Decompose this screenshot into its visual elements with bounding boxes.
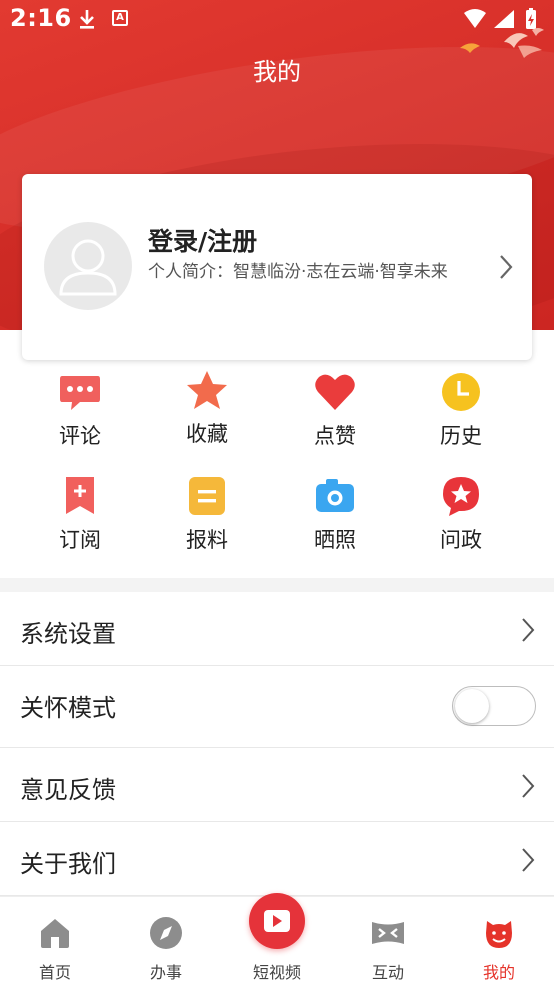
play-icon [264,910,290,932]
settings-row-system[interactable]: 系统设置 [0,592,554,666]
grid-label: 报料 [186,528,228,552]
profile-bio: 个人简介：智慧临汾·志在云端·智享未来 [148,262,448,282]
tab-label: 办事 [149,963,182,982]
toggle-knob [455,689,489,723]
grid-item-inquiry[interactable]: 问政 [411,474,511,554]
download-icon [80,10,94,29]
interact-icon [372,922,404,944]
profile-face-icon [486,921,512,948]
grid-label: 问政 [440,528,482,552]
grid-label: 晒照 [314,528,356,552]
star-icon [187,371,227,409]
grid-item-photo[interactable]: 晒照 [285,474,385,554]
grid-label: 历史 [440,424,482,448]
login-register-link[interactable]: 登录/注册 [148,222,257,258]
grid-item-like[interactable]: 点赞 [285,370,385,450]
section-divider [0,578,554,592]
chevron-right-icon[interactable] [498,254,514,280]
chevron-right-icon [522,774,535,798]
tab-home[interactable]: 首页 [0,897,110,984]
report-icon [189,477,225,515]
tab-mine[interactable]: 我的 [444,897,554,984]
tab-short-video[interactable]: 短视频 [222,893,332,984]
home-icon [41,919,69,948]
grid-label: 点赞 [314,424,356,448]
settings-row-label: 意见反馈 [20,776,116,804]
bird-decoration-icon [460,28,544,58]
grid-item-subscribe[interactable]: 订阅 [30,474,130,554]
heart-icon [315,374,355,410]
chevron-right-icon [522,618,535,642]
question-star-icon [443,477,479,516]
feature-grid-row: 订阅 报料 晒照 问政 [0,468,554,574]
compass-icon [150,917,182,949]
care-mode-toggle[interactable] [452,686,536,726]
tab-interact[interactable]: 互动 [333,897,443,984]
grid-item-comment[interactable]: 评论 [30,370,130,450]
bottom-tab-bar: 首页 办事 短视频 互动 我的 [0,893,554,984]
bookmark-icon [66,477,94,514]
settings-row-feedback[interactable]: 意见反馈 [0,748,554,822]
video-bubble [249,893,305,949]
chevron-right-icon [522,848,535,872]
grid-item-history[interactable]: 历史 [411,370,511,450]
settings-row-label: 关怀模式 [20,694,116,722]
default-avatar-icon [59,239,117,296]
tab-services[interactable]: 办事 [111,897,221,984]
app-notification-icon: A [112,10,128,26]
clock-icon [442,373,480,411]
settings-list: 系统设置 关怀模式 意见反馈 关于我们 [0,592,554,896]
grid-item-report[interactable]: 报料 [157,474,257,554]
settings-row-label: 关于我们 [20,850,116,878]
feature-grid-row: 评论 收藏 点赞 历史 [0,362,554,468]
tab-label: 短视频 [252,963,301,982]
comment-icon [60,376,100,410]
grid-label: 订阅 [59,528,101,552]
grid-label: 收藏 [186,422,228,446]
tab-label: 互动 [371,963,404,982]
settings-row-label: 系统设置 [20,620,116,648]
tab-label: 首页 [38,963,71,982]
grid-label: 评论 [59,424,101,448]
grid-item-favorite[interactable]: 收藏 [157,368,257,448]
avatar[interactable] [44,222,132,310]
camera-icon [316,479,354,512]
profile-card[interactable]: 登录/注册 个人简介：智慧临汾·志在云端·智享未来 [22,174,532,360]
tab-label: 我的 [482,963,515,982]
status-time: 2:16 [10,4,72,32]
feature-grid: 评论 收藏 点赞 历史 订阅 报料 晒照 问政 [0,362,554,574]
settings-row-about[interactable]: 关于我们 [0,822,554,896]
settings-row-care-mode: 关怀模式 [0,666,554,748]
